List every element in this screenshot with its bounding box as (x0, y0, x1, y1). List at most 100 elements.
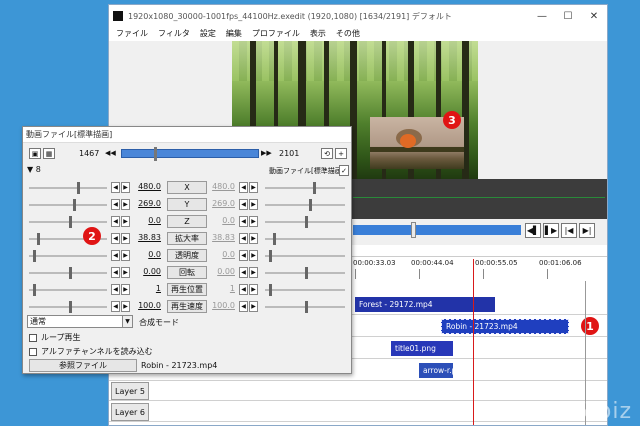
increase-icon[interactable]: ▶ (121, 216, 130, 227)
start-value[interactable]: 0.0 (135, 216, 161, 225)
param-name[interactable]: 再生位置 (167, 283, 207, 296)
increase-icon[interactable]: ▶ (249, 216, 258, 227)
increase-icon[interactable]: ▶ (249, 284, 258, 295)
clip-title[interactable]: title01.png (391, 341, 453, 356)
decrease-icon[interactable]: ◀ (111, 284, 120, 295)
increase-icon[interactable]: ▶ (121, 284, 130, 295)
param-name[interactable]: Z (167, 215, 207, 228)
end-value[interactable]: 0.00 (209, 267, 235, 276)
param-name[interactable]: X (167, 181, 207, 194)
decrease-icon[interactable]: ◀ (239, 250, 248, 261)
start-value[interactable]: 480.0 (135, 182, 161, 191)
chevron-down-icon[interactable]: ▼ (122, 316, 132, 327)
menu-profile[interactable]: プロファイル (247, 27, 305, 41)
close-icon[interactable]: ✕ (581, 11, 607, 22)
clip-forest[interactable]: Forest - 29172.mp4 (355, 297, 495, 312)
end-value[interactable]: 38.83 (209, 233, 235, 242)
alpha-checkbox[interactable]: アルファチャンネルを読み込む (29, 346, 153, 357)
decrease-icon[interactable]: ◀ (111, 233, 120, 244)
loop-checkbox[interactable]: ループ再生 (29, 332, 81, 343)
next-frame-button[interactable]: ▌▶ (543, 223, 559, 238)
decrease-icon[interactable]: ◀ (111, 199, 120, 210)
playhead[interactable] (473, 259, 474, 425)
left-slider[interactable] (29, 284, 107, 296)
reference-file-button[interactable]: 参照ファイル (29, 359, 137, 372)
start-value[interactable]: 1 (135, 284, 161, 293)
end-value[interactable]: 100.0 (209, 301, 235, 310)
seek-bar[interactable] (353, 225, 521, 235)
object-checkbox[interactable]: ✓ (339, 165, 349, 176)
increase-icon[interactable]: ▶ (249, 233, 258, 244)
decrease-icon[interactable]: ◀ (239, 267, 248, 278)
end-value[interactable]: 269.0 (209, 199, 235, 208)
timeline-ruler[interactable]: 00:00:33.03 00:00:44.04 00:00:55.05 00:0… (353, 259, 607, 281)
increase-icon[interactable]: ▶ (121, 267, 130, 278)
go-start-button[interactable]: |◀ (561, 223, 577, 238)
decrease-icon[interactable]: ◀ (111, 267, 120, 278)
seek-knob[interactable] (411, 222, 416, 238)
add-icon[interactable]: + (335, 148, 347, 159)
param-name[interactable]: 回転 (167, 266, 207, 279)
menu-file[interactable]: ファイル (111, 27, 153, 41)
increase-icon[interactable]: ▶ (121, 233, 130, 244)
increase-icon[interactable]: ▶ (121, 182, 130, 193)
end-value[interactable]: 0.0 (209, 250, 235, 259)
param-name[interactable]: Y (167, 198, 207, 211)
expand-icon[interactable]: ▼ 8 (27, 165, 41, 174)
frame-slider[interactable] (121, 147, 259, 161)
increase-icon[interactable]: ▶ (121, 199, 130, 210)
menu-filter[interactable]: フィルタ (153, 27, 195, 41)
left-slider[interactable] (29, 182, 107, 194)
right-slider[interactable] (265, 199, 345, 211)
minimize-icon[interactable]: — (529, 11, 555, 22)
increase-icon[interactable]: ▶ (249, 267, 258, 278)
blend-mode-select[interactable]: 通常 ▼ (27, 315, 133, 328)
increase-icon[interactable]: ▶ (121, 250, 130, 261)
layer-5-label[interactable]: Layer 5 (111, 382, 149, 400)
left-slider[interactable] (29, 267, 107, 279)
decrease-icon[interactable]: ◀ (111, 301, 120, 312)
param-name[interactable]: 拡大率 (167, 232, 207, 245)
menu-edit[interactable]: 編集 (221, 27, 247, 41)
right-slider[interactable] (265, 301, 345, 313)
clip-arrow[interactable]: arrow-r.p (419, 363, 453, 378)
decrease-icon[interactable]: ◀ (239, 284, 248, 295)
left-slider[interactable] (29, 199, 107, 211)
clip-robin[interactable]: Robin - 21723.mp4 (441, 319, 569, 334)
right-slider[interactable] (265, 267, 345, 279)
right-slider[interactable] (265, 250, 345, 262)
prev-key-icon[interactable]: ◀◀ (105, 149, 116, 157)
left-slider[interactable] (29, 216, 107, 228)
menu-other[interactable]: その他 (331, 27, 365, 41)
properties-titlebar[interactable]: 動画ファイル[標準描画] (23, 127, 351, 143)
increase-icon[interactable]: ▶ (249, 199, 258, 210)
decrease-icon[interactable]: ◀ (111, 182, 120, 193)
decrease-icon[interactable]: ◀ (111, 250, 120, 261)
checkbox-box[interactable] (29, 347, 37, 356)
next-key-icon[interactable]: ▶▶ (261, 149, 272, 157)
decrease-icon[interactable]: ◀ (239, 301, 248, 312)
end-value[interactable]: 0.0 (209, 216, 235, 225)
decrease-icon[interactable]: ◀ (239, 233, 248, 244)
left-slider[interactable] (29, 250, 107, 262)
increase-icon[interactable]: ▶ (121, 301, 130, 312)
increase-icon[interactable]: ▶ (249, 250, 258, 261)
menu-settings[interactable]: 設定 (195, 27, 221, 41)
increase-icon[interactable]: ▶ (249, 182, 258, 193)
prev-frame-button[interactable]: ◀▌ (525, 223, 541, 238)
camera-icon[interactable]: ▣ (29, 148, 41, 159)
decrease-icon[interactable]: ◀ (239, 199, 248, 210)
decrease-icon[interactable]: ◀ (239, 182, 248, 193)
end-value[interactable]: 1 (209, 284, 235, 293)
main-titlebar[interactable]: 1920x1080_30000-1001fps_44100Hz.exedit (… (109, 5, 607, 27)
decrease-icon[interactable]: ◀ (111, 216, 120, 227)
start-value[interactable]: 269.0 (135, 199, 161, 208)
checkbox-box[interactable] (29, 333, 37, 342)
start-value[interactable]: 100.0 (135, 301, 161, 310)
right-slider[interactable] (265, 233, 345, 245)
menu-view[interactable]: 表示 (305, 27, 331, 41)
layer-6-label[interactable]: Layer 6 (111, 403, 149, 421)
start-value[interactable]: 0.0 (135, 250, 161, 259)
grid-icon[interactable]: ▦ (43, 148, 55, 159)
left-slider[interactable] (29, 301, 107, 313)
